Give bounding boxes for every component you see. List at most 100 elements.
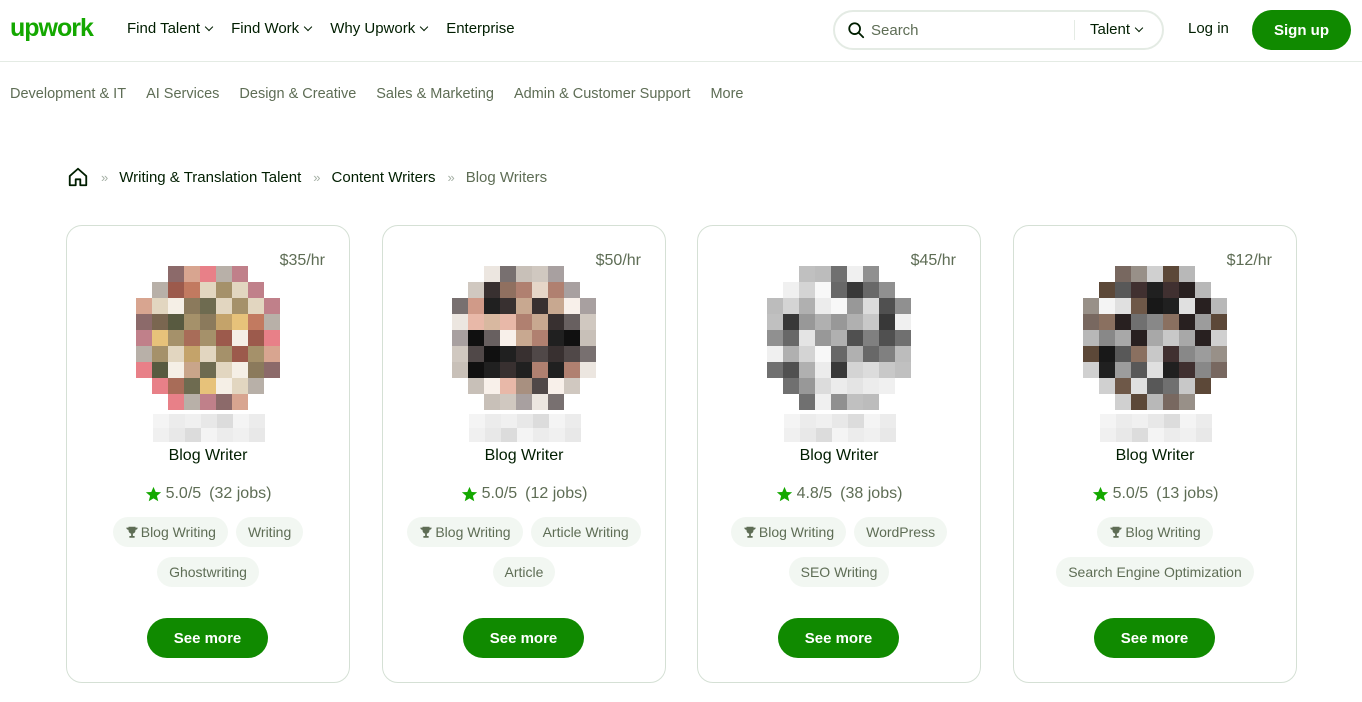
breadcrumb-separator: »	[313, 169, 321, 185]
category-design-creative[interactable]: Design & Creative	[239, 86, 356, 102]
star-icon	[1092, 486, 1108, 501]
freelancer-name-blurred[interactable]	[784, 414, 896, 442]
home-icon[interactable]	[67, 166, 89, 188]
skill-tag[interactable]: Blog Writing	[730, 517, 847, 547]
jobs-count: (38 jobs)	[840, 485, 903, 502]
freelancer-name-blurred[interactable]	[469, 414, 581, 442]
skills-list: Blog Writing WordPress SEO Writing	[708, 517, 970, 587]
skill-tag[interactable]: Ghostwriting	[157, 557, 259, 587]
breadcrumb-separator: »	[447, 169, 455, 185]
hourly-rate: $35/hr	[279, 252, 325, 269]
breadcrumb: » Writing & Translation Talent » Content…	[67, 166, 547, 188]
trophy-icon	[744, 526, 756, 538]
freelancer-card[interactable]: $35/hr Blog Writer 5.0/5 (32 jobs) Blog …	[66, 225, 350, 683]
freelancer-title: Blog Writer	[1115, 447, 1195, 464]
skill-tag-label: Article Writing	[542, 524, 629, 540]
category-admin-support[interactable]: Admin & Customer Support	[514, 86, 691, 102]
skill-tag[interactable]: Search Engine Optimization	[1056, 557, 1254, 587]
breadcrumb-separator: »	[101, 169, 109, 185]
login-link[interactable]: Log in	[1188, 20, 1229, 37]
jobs-count: (32 jobs)	[209, 485, 272, 502]
freelancer-name-blurred[interactable]	[1100, 414, 1212, 442]
skill-tag[interactable]: Article	[492, 557, 556, 587]
freelancer-title: Blog Writer	[168, 447, 248, 464]
skill-tag[interactable]: WordPress	[854, 517, 948, 547]
category-more[interactable]: More	[710, 86, 743, 102]
search-icon[interactable]	[847, 21, 865, 39]
rating: 5.0/5 (13 jobs)	[1014, 485, 1296, 503]
skill-tag-label: Blog Writing	[1125, 524, 1201, 540]
freelancer-card[interactable]: $45/hr Blog Writer 4.8/5 (38 jobs) Blog …	[697, 225, 981, 683]
skill-tag[interactable]: Article Writing	[530, 517, 641, 547]
chevron-down-icon	[1134, 23, 1144, 33]
nav-why-upwork-label: Why Upwork	[330, 20, 416, 37]
nav-enterprise[interactable]: Enterprise	[446, 20, 514, 37]
freelancer-title: Blog Writer	[799, 447, 879, 464]
rating-score: 4.8/5	[796, 485, 833, 502]
search-box: Talent	[833, 10, 1164, 50]
avatar[interactable]	[1083, 266, 1227, 410]
skill-tag[interactable]: Blog Writing	[1097, 517, 1213, 547]
trophy-icon	[126, 526, 138, 538]
skill-tag[interactable]: Blog Writing	[407, 517, 523, 547]
avatar[interactable]	[452, 266, 596, 410]
hourly-rate: $12/hr	[1226, 252, 1272, 269]
nav-why-upwork[interactable]: Why Upwork	[330, 20, 429, 37]
jobs-count: (12 jobs)	[525, 485, 588, 502]
signup-button[interactable]: Sign up	[1252, 10, 1351, 50]
trophy-icon	[1110, 526, 1123, 538]
hourly-rate: $45/hr	[910, 252, 956, 269]
nav-find-talent-label: Find Talent	[127, 20, 201, 37]
hourly-rate: $50/hr	[595, 252, 641, 269]
freelancer-card[interactable]: $50/hr Blog Writer 5.0/5 (12 jobs) Blog …	[382, 225, 666, 683]
upwork-logo[interactable]: upwork	[10, 14, 94, 43]
star-icon	[145, 486, 161, 501]
main-nav: Find Talent Find Work Why Upwork Enterpr…	[127, 20, 534, 37]
rating: 5.0/5 (12 jobs)	[383, 485, 665, 503]
skill-tag[interactable]: Writing	[235, 517, 304, 547]
skill-tag-label: Writing	[247, 524, 292, 540]
rating: 4.8/5 (38 jobs)	[698, 485, 980, 503]
breadcrumb-current: Blog Writers	[465, 168, 548, 186]
trophy-icon	[420, 526, 433, 538]
rating-score: 5.0/5	[165, 485, 202, 502]
see-more-button[interactable]: See more	[147, 618, 268, 658]
skill-tag[interactable]: Blog Writing	[112, 517, 228, 547]
see-more-button[interactable]: See more	[778, 618, 899, 658]
skill-tag[interactable]: SEO Writing	[788, 557, 890, 587]
search-divider	[1074, 20, 1075, 40]
skill-tag-label: Search Engine Optimization	[1068, 564, 1242, 580]
nav-find-talent[interactable]: Find Talent	[127, 20, 214, 37]
freelancer-card[interactable]: $12/hr Blog Writer 5.0/5 (13 jobs) Blog …	[1013, 225, 1297, 683]
search-type-label: Talent	[1090, 21, 1131, 38]
star-icon	[461, 486, 477, 501]
nav-find-work[interactable]: Find Work	[231, 20, 313, 37]
skill-tag-label: Blog Writing	[758, 524, 835, 540]
breadcrumb-link-writing-translation[interactable]: Writing & Translation Talent	[119, 169, 301, 186]
star-icon	[776, 486, 792, 501]
skill-tag-label: WordPress	[866, 524, 936, 540]
breadcrumb-link-content-writers[interactable]: Content Writers	[332, 169, 436, 186]
skill-tag-label: Blog Writing	[435, 524, 511, 540]
skill-tag-label: Ghostwriting	[169, 564, 247, 580]
skills-list: Blog Writing Writing Ghostwriting	[77, 517, 339, 587]
skill-tag-label: Blog Writing	[140, 524, 216, 540]
see-more-button[interactable]: See more	[1094, 618, 1215, 658]
avatar[interactable]	[767, 266, 911, 410]
category-bar: Development & IT AI Services Design & Cr…	[10, 86, 763, 102]
top-header: upwork Find Talent Find Work Why Upwork …	[0, 0, 1362, 62]
category-sales-marketing[interactable]: Sales & Marketing	[376, 86, 494, 102]
see-more-button[interactable]: See more	[463, 618, 584, 658]
search-input[interactable]	[871, 19, 1071, 41]
search-type-dropdown[interactable]: Talent	[1090, 21, 1144, 38]
freelancer-name-blurred[interactable]	[153, 414, 265, 442]
rating-score: 5.0/5	[481, 485, 518, 502]
skill-tag-label: Article	[504, 564, 544, 580]
chevron-down-icon	[303, 22, 313, 32]
avatar[interactable]	[136, 266, 280, 410]
nav-enterprise-label: Enterprise	[446, 20, 515, 37]
category-development-it[interactable]: Development & IT	[10, 86, 126, 102]
rating-score: 5.0/5	[1112, 485, 1149, 502]
category-ai-services[interactable]: AI Services	[146, 86, 219, 102]
nav-find-work-label: Find Work	[231, 20, 300, 37]
